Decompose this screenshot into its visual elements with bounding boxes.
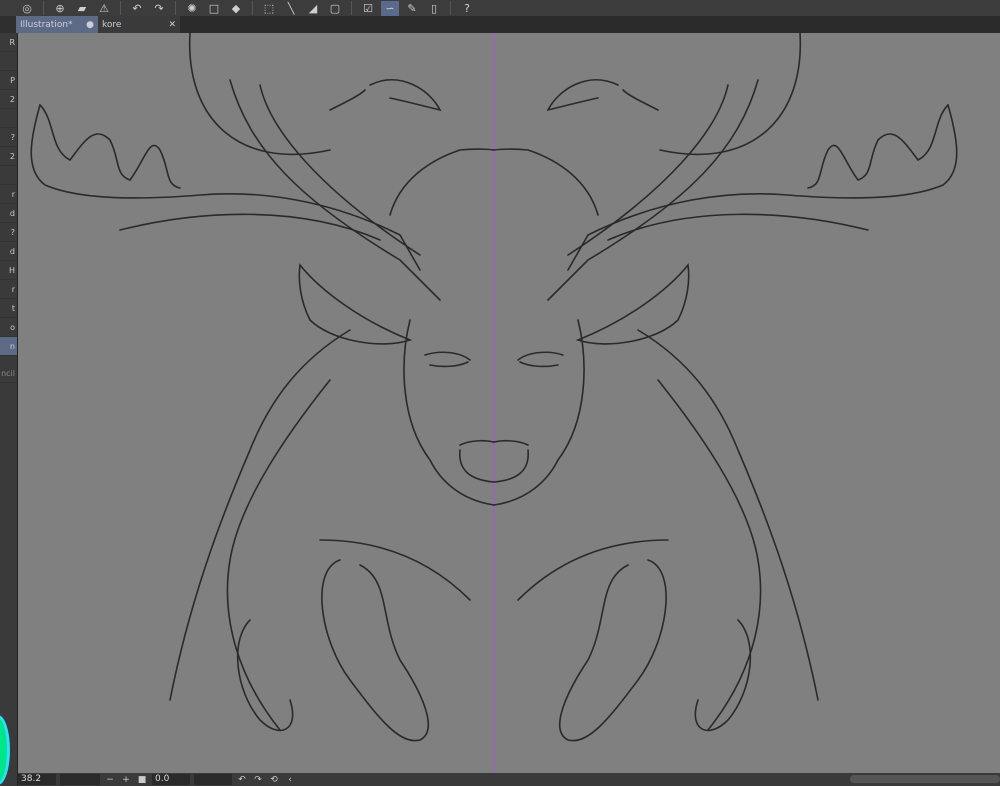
toolbar-separator <box>252 1 253 15</box>
redo-icon[interactable]: ↷ <box>150 1 168 16</box>
gradient-icon[interactable]: ◢ <box>304 1 322 16</box>
document-tabs: Illustration* ● kore ✕ <box>16 16 1000 33</box>
angle-value[interactable]: 0.0 <box>152 774 190 785</box>
new-file-icon[interactable]: ⊕ <box>51 1 69 16</box>
zoom-value[interactable]: 38.2 <box>18 774 56 785</box>
toolbar-separator <box>175 1 176 15</box>
layer-item[interactable]: n <box>0 337 17 356</box>
toolbar-separator <box>43 1 44 15</box>
check-icon[interactable]: ☑ <box>359 1 377 16</box>
status-bar: 38.2 − + ■ 0.0 ↶ ↷ ⟲ ‹ <box>18 773 1000 786</box>
layer-item[interactable]: P <box>0 71 17 90</box>
device-icon[interactable]: ▯ <box>425 1 443 16</box>
layer-item[interactable]: r <box>0 280 17 299</box>
undo-icon[interactable]: ↶ <box>128 1 146 16</box>
layer-item[interactable]: H <box>0 261 17 280</box>
warning-export-icon[interactable]: ⚠ <box>95 1 113 16</box>
fit-button[interactable]: ■ <box>136 775 148 785</box>
close-tab-icon[interactable]: ✕ <box>168 20 176 30</box>
pen-pressure-icon[interactable]: ✎ <box>403 1 421 16</box>
color-wheel[interactable] <box>0 715 10 785</box>
layer-item[interactable]: R <box>0 33 17 52</box>
angle-slider[interactable] <box>194 774 232 785</box>
toolbar-separator <box>120 1 121 15</box>
tab-illustration[interactable]: Illustration* ● <box>16 16 98 33</box>
toolbar-separator <box>351 1 352 15</box>
layer-item[interactable]: o <box>0 318 17 337</box>
horizontal-scrollbar[interactable] <box>850 775 1000 783</box>
layer-item[interactable]: ? <box>0 128 17 147</box>
rotate-left-icon[interactable]: ↶ <box>236 775 248 785</box>
zoom-slider[interactable] <box>60 774 100 785</box>
tab-kore[interactable]: kore ✕ <box>98 16 180 33</box>
zoom-in-button[interactable]: + <box>120 775 132 785</box>
zoom-out-button[interactable]: − <box>104 775 116 785</box>
rotate-right-icon[interactable]: ↷ <box>252 775 264 785</box>
open-folder-icon[interactable]: ▰ <box>73 1 91 16</box>
layer-item[interactable]: r <box>0 185 17 204</box>
tab-label: kore <box>102 19 122 30</box>
layer-item[interactable] <box>0 166 17 185</box>
main-toolbar: ◎ ⊕ ▰ ⚠ ↶ ↷ ✺ □ ◆ ⬚ ╲ ◢ ▢ ☑ ∽ ✎ ▯? <box>0 0 1000 16</box>
clear-icon[interactable]: □ <box>205 1 223 16</box>
app-logo-icon[interactable]: ◎ <box>18 1 36 16</box>
toolbar-separator <box>450 1 451 15</box>
help-icon[interactable]: ? <box>458 1 476 16</box>
drawing-canvas[interactable] <box>18 33 1000 773</box>
reset-rotation-icon[interactable]: ⟲ <box>268 775 280 785</box>
layer-item[interactable]: ? <box>0 223 17 242</box>
layer-item[interactable] <box>0 52 17 71</box>
unsaved-dot-icon: ● <box>86 19 94 30</box>
layer-item[interactable]: t <box>0 299 17 318</box>
deer-sketch <box>30 33 958 773</box>
frame-icon[interactable]: ▢ <box>326 1 344 16</box>
fill-icon[interactable]: ◆ <box>227 1 245 16</box>
select-transform-icon[interactable]: ⬚ <box>260 1 278 16</box>
layer-list[interactable]: R P 2? 2 r d? d Hr t o n <box>0 33 17 356</box>
layer-item[interactable]: d <box>0 204 17 223</box>
stabilizer-icon[interactable]: ∽ <box>381 0 399 16</box>
tab-label: Illustration* <box>20 19 73 30</box>
layer-item[interactable]: 2 <box>0 147 17 166</box>
ruler-icon[interactable]: ╲ <box>282 1 300 16</box>
brush-name-field[interactable]: ncil <box>0 364 17 383</box>
layer-item[interactable]: d <box>0 242 17 261</box>
layer-item[interactable]: 2 <box>0 90 17 109</box>
layer-item[interactable] <box>0 109 17 128</box>
left-panel: R P 2? 2 r d? d Hr t o n ncil <box>0 33 18 786</box>
flip-icon[interactable]: ‹ <box>284 775 296 785</box>
loading-spinner-icon[interactable]: ✺ <box>183 1 201 16</box>
